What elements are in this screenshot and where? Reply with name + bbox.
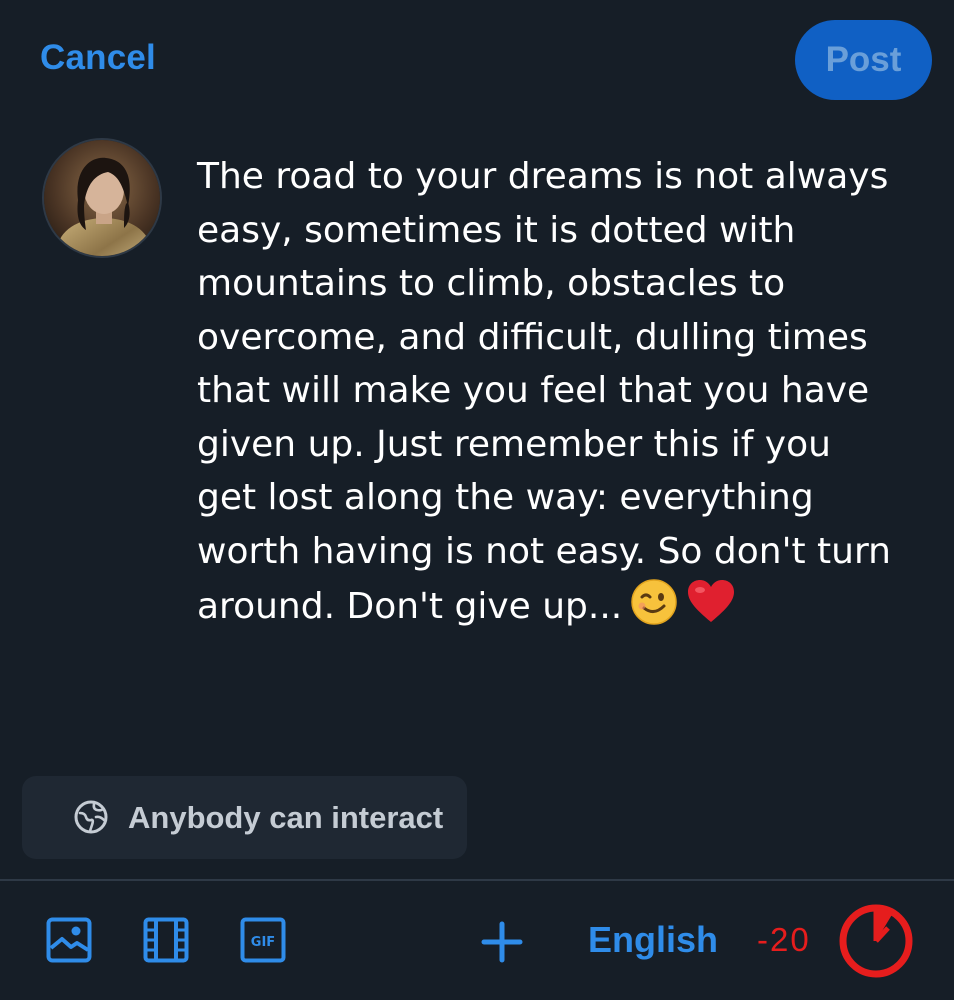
interaction-settings-label: Anybody can interact [128,799,444,835]
post-text: The road to your dreams is not always ea… [197,156,903,627]
image-icon[interactable] [46,917,92,968]
language-selector[interactable]: English [588,919,718,961]
post-text-input[interactable]: The road to your dreams is not always ea… [197,150,897,642]
video-icon[interactable] [143,917,189,968]
character-count: -20 [757,921,811,958]
cancel-button[interactable]: Cancel [40,38,156,78]
svg-text:GIF: GIF [251,935,275,950]
gif-icon[interactable]: GIF [240,917,286,968]
avatar[interactable] [42,138,162,258]
wink-emoji-icon [630,578,678,642]
composer-header: Cancel Post [0,0,954,120]
interaction-settings-button[interactable]: Anybody can interact [22,776,467,859]
post-button[interactable]: Post [795,20,932,100]
globe-icon [74,800,108,839]
character-limit-ring-icon [837,902,915,985]
plus-icon[interactable] [481,921,523,968]
red-heart-emoji-icon [686,578,736,642]
composer-toolbar: GIF English -20 [0,881,954,1000]
